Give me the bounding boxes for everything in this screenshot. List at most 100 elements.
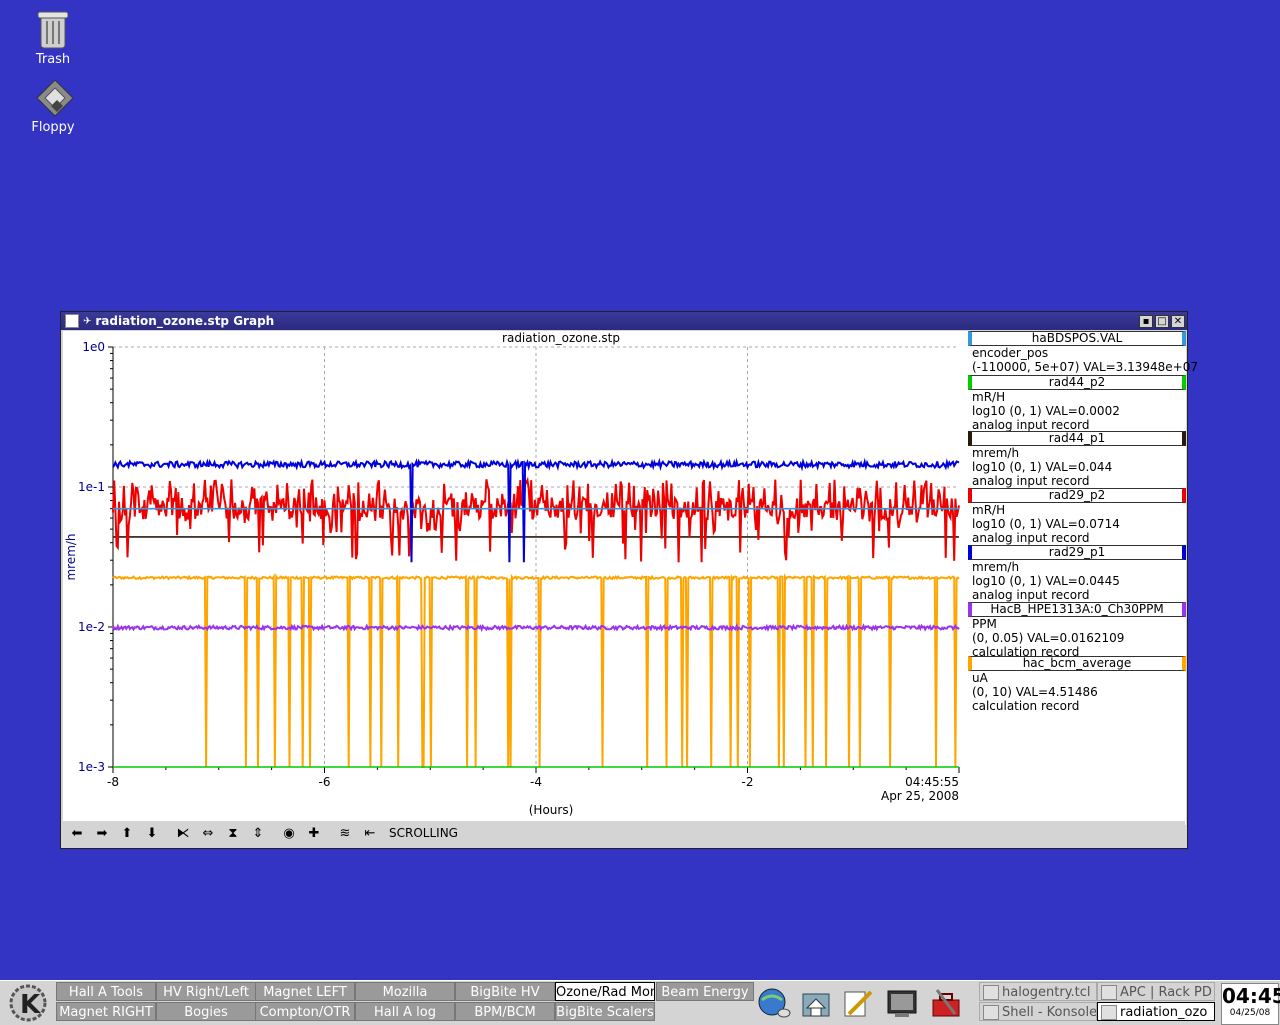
legend-item[interactable]: rad44_p1 mrem/h log10 (0, 1) VAL=0.044 anal…: [968, 431, 1186, 488]
legend-detail: mrem/h: [972, 446, 1020, 460]
legend-series-name: HacB_HPE1313A:0_Ch30PPM: [968, 602, 1186, 617]
x-axis-label: (Hours): [529, 803, 574, 817]
clock[interactable]: 04:45 04/25/08: [1221, 983, 1280, 1025]
launcher-button[interactable]: Magnet LEFT: [255, 982, 355, 1001]
legend-item[interactable]: hac_bcm_average uA (0, 10) VAL=4.51486 calc…: [968, 656, 1186, 713]
graph-window: ✈ radiation_ozone.stp Graph ▪ □ ✕ radiat…: [60, 311, 1199, 849]
desktop-icon-floppy[interactable]: Floppy: [13, 76, 93, 135]
clock-date: 04/25/08: [1229, 1008, 1271, 1018]
legend-detail: uA: [972, 671, 988, 685]
zoom-out-x-button[interactable]: ⇔: [197, 823, 219, 843]
launcher-button[interactable]: Bogies: [156, 1002, 256, 1021]
legend-detail: mrem/h: [972, 560, 1020, 574]
pin-icon[interactable]: ✈: [83, 316, 91, 327]
desktop-icon-label: Trash: [35, 52, 71, 67]
legend-detail: log10 (0, 1) VAL=0.0445: [972, 574, 1120, 588]
legend-detail: analog input record: [972, 588, 1090, 602]
svg-text:K: K: [20, 990, 41, 1020]
legend-detail: PPM: [972, 617, 997, 631]
legend-detail: analog input record: [972, 474, 1090, 488]
legend-series-name: haBDSPOS.VAL: [968, 331, 1186, 346]
chart-title: radiation_ozone.stp: [502, 331, 620, 345]
launcher-button[interactable]: Beam Energy: [656, 982, 754, 1001]
scroll-up-button[interactable]: ⬆: [116, 823, 138, 843]
window-titlebar[interactable]: ✈ radiation_ozone.stp Graph ▪ □ ✕: [61, 312, 1187, 330]
scroll-down-button[interactable]: ⬇: [141, 823, 163, 843]
chart[interactable]: radiation_ozone.stp 1e0 1e-1 1e-2 1e-3-8 -6 -4…: [63, 331, 968, 825]
launcher-button[interactable]: Ozone/Rad Mon: [555, 982, 655, 1001]
taskbar-task[interactable]: halogentry.tcl: [979, 982, 1097, 1001]
taskbar-task[interactable]: radiation_ozo: [1097, 1002, 1215, 1021]
legend-detail: analog input record: [972, 418, 1090, 432]
legend-detail: log10 (0, 1) VAL=0.0002: [972, 404, 1120, 418]
auto-scale-button[interactable]: ◉: [278, 823, 300, 843]
zoom-in-y-button[interactable]: ⧗: [222, 823, 244, 843]
zoom-out-y-button[interactable]: ⇕: [247, 823, 269, 843]
legend-series-name: rad29_p2: [968, 488, 1186, 503]
taskbar: K Hall A Tools HV Right/Left Magnet LEFT Mo…: [0, 980, 1280, 1025]
launcher-button[interactable]: HV Right/Left: [156, 982, 256, 1001]
series-line: [112, 623, 960, 633]
editor-pen-icon[interactable]: [840, 984, 876, 1022]
y-tick-label: 1e-2: [78, 620, 105, 634]
x-tick-label: -4: [530, 775, 542, 789]
desktop-icon-label: Floppy: [31, 120, 75, 135]
toolbox-icon[interactable]: [928, 984, 964, 1022]
legend-detail: (-110000, 5e+07) VAL=3.13948e+07: [972, 360, 1199, 374]
task-label: halogentry.tcl: [1002, 985, 1091, 1000]
launcher-button[interactable]: BigBite Scalers: [555, 1002, 655, 1021]
x-end-label: 04:45:55: [905, 775, 959, 789]
launcher-button[interactable]: Mozilla: [355, 982, 455, 1001]
legend-detail: mR/H: [972, 390, 1006, 404]
trash-icon: [33, 8, 73, 50]
launcher-button[interactable]: Compton/OTR: [255, 1002, 355, 1021]
launcher-button[interactable]: BigBite HV: [455, 982, 555, 1001]
desktop-icon-trash[interactable]: Trash: [13, 8, 93, 67]
kde-icon: K: [9, 984, 47, 1022]
legend-detail: log10 (0, 1) VAL=0.0714: [972, 517, 1120, 531]
launcher-button[interactable]: Hall A log: [355, 1002, 455, 1021]
plot-area: radiation_ozone.stp 1e0 1e-1 1e-2 1e-3 -8 -6 -4…: [63, 331, 1199, 825]
task-app-icon: [983, 985, 999, 1000]
task-app-icon: [1101, 985, 1117, 1000]
clock-time: 04:45: [1222, 984, 1280, 1008]
legend-series-name: rad44_p2: [968, 375, 1186, 390]
legend-item[interactable]: rad29_p1 mrem/h log10 (0, 1) VAL=0.0445 ana…: [968, 545, 1186, 602]
zoom-in-x-button[interactable]: ⧔: [172, 823, 194, 843]
stop-scroll-button[interactable]: ⇤: [359, 823, 381, 843]
scroll-right-button[interactable]: ➡: [91, 823, 113, 843]
maximize-button[interactable]: □: [1155, 314, 1169, 328]
scroll-status: SCROLLING: [389, 826, 458, 840]
close-button[interactable]: ✕: [1171, 314, 1185, 328]
legend-detail: encoder_pos: [972, 346, 1049, 360]
graph-toolbar: ⬅ ➡ ⬆ ⬇ ⧔ ⇔ ⧗ ⇕ ◉ ✚ ≋ ⇤ SCROLLING: [63, 821, 1185, 845]
launcher-button[interactable]: Magnet RIGHT: [56, 1002, 156, 1021]
scrolling-icon[interactable]: ≋: [334, 823, 356, 843]
legend-item[interactable]: rad44_p2 mR/H log10 (0, 1) VAL=0.0002 analo…: [968, 375, 1186, 432]
legend-item[interactable]: rad29_p2 mR/H log10 (0, 1) VAL=0.0714 analo…: [968, 488, 1186, 545]
window-app-icon[interactable]: [65, 314, 79, 328]
terminal-icon[interactable]: [884, 984, 920, 1022]
legend-item[interactable]: HacB_HPE1313A:0_Ch30PPM PPM (0, 0.05) VAL=…: [968, 602, 1186, 659]
taskbar-task[interactable]: Shell - Konsole: [979, 1002, 1097, 1021]
legend-detail: mR/H: [972, 503, 1006, 517]
legend-detail: (0, 10) VAL=4.51486: [972, 685, 1098, 699]
legend-item[interactable]: haBDSPOS.VAL encoder_pos (-110000, 5e+07) …: [968, 331, 1199, 374]
x-tick-label: -6: [319, 775, 331, 789]
legend-detail: log10 (0, 1) VAL=0.044: [972, 460, 1113, 474]
task-label: radiation_ozo: [1120, 1005, 1208, 1020]
launcher-button[interactable]: BPM/BCM: [455, 1002, 555, 1021]
k-menu-button[interactable]: K: [2, 983, 54, 1023]
launcher-button[interactable]: Hall A Tools: [56, 982, 156, 1001]
taskbar-task[interactable]: APC | Rack PD: [1097, 982, 1215, 1001]
y-tick-label: 1e-3: [78, 760, 105, 774]
task-label: Shell - Konsole: [1002, 1005, 1097, 1020]
home-folder-icon[interactable]: [798, 984, 834, 1022]
legend-series-name: rad29_p1: [968, 545, 1186, 560]
task-label: APC | Rack PD: [1120, 985, 1212, 1000]
add-button[interactable]: ✚: [303, 823, 325, 843]
globe-mouse-icon[interactable]: [756, 984, 792, 1022]
minimize-button[interactable]: ▪: [1139, 314, 1153, 328]
floppy-icon: [33, 76, 74, 118]
scroll-left-button[interactable]: ⬅: [66, 823, 88, 843]
